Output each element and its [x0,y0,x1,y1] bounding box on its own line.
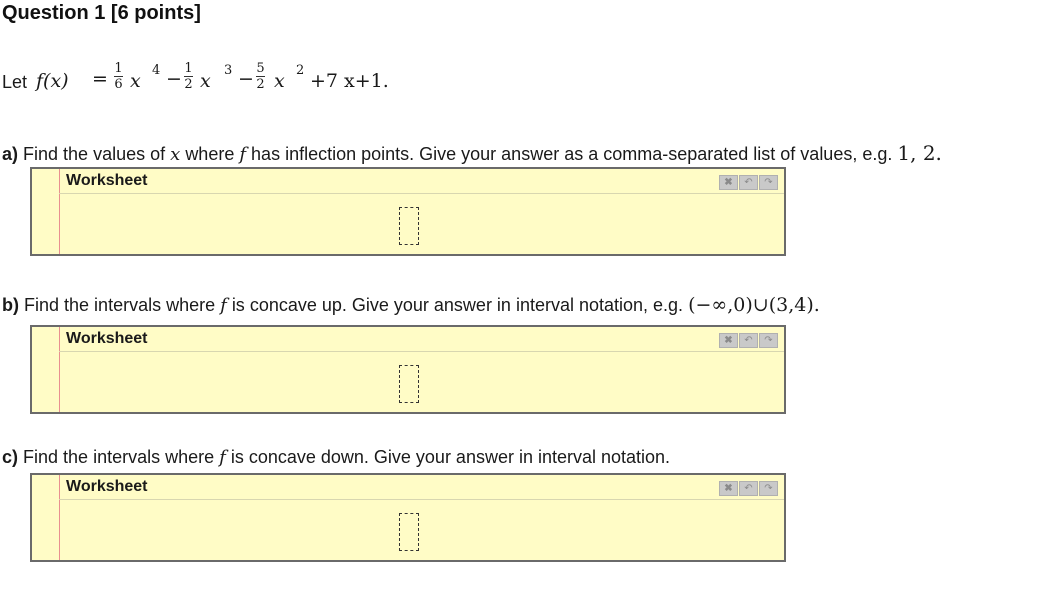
part-b-prompt: b) Find the intervals where f is concave… [2,294,820,316]
clear-icon[interactable]: ✖ [719,481,738,496]
math-function: f [239,144,247,165]
prompt-text: where [185,144,235,164]
equals-sign: = [92,68,108,90]
prompt-text: is concave down. Give your answer in int… [230,447,671,467]
math-function: f [220,295,227,316]
fraction-denominator: 2 [256,77,265,92]
fraction-one-half: 1 2 [184,62,193,91]
math-function: f [219,447,226,468]
worksheet-label: Worksheet [66,478,148,495]
exponent-2: 2 [296,63,305,78]
answer-input[interactable] [399,365,419,403]
prompt-text: is concave up. Give your answer in inter… [231,295,684,315]
example-value: (−∞,0)∪(3,4). [688,294,820,316]
part-c-prompt: c) Find the intervals where f is concave… [2,447,670,468]
answer-input[interactable] [399,207,419,245]
function-tail: +7 x+1. [310,70,389,92]
redo-icon[interactable]: ↷ [759,175,778,190]
exponent-3: 3 [224,63,233,78]
redo-icon[interactable]: ↷ [759,333,778,348]
undo-icon[interactable]: ↶ [739,175,758,190]
x-term-2: x [274,70,285,92]
exponent-4: 4 [152,63,161,78]
part-label: c) [2,447,19,467]
let-label: Let [2,72,28,92]
minus-sign: − [238,68,254,90]
prompt-text: Find the values of [23,144,166,164]
answer-input[interactable] [399,513,419,551]
part-a-prompt: a) Find the values of x where f has infl… [2,141,942,165]
fraction-denominator: 6 [114,77,123,92]
math-variable: x [170,144,181,165]
worksheet-b: Worksheet ✖ ↶ ↷ [30,325,786,414]
worksheet-c: Worksheet ✖ ↶ ↷ [30,473,786,562]
minus-sign: − [166,68,182,90]
fraction-numerator: 5 [256,61,265,76]
worksheet-label: Worksheet [66,172,148,189]
fraction-numerator: 1 [114,61,123,76]
undo-icon[interactable]: ↶ [739,481,758,496]
prompt-text: has inflection points. Give your answer … [251,144,893,164]
example-value: 1, 2. [897,141,942,165]
x-term-3: x [200,70,211,92]
clear-icon[interactable]: ✖ [719,333,738,348]
clear-icon[interactable]: ✖ [719,175,738,190]
prompt-text: Find the intervals where [23,447,215,467]
prompt-text: Find the intervals where [24,295,216,315]
function-definition: Let f(x) = 1 6 x 4 − 1 2 x 3 − 5 2 x 2 +… [2,60,422,100]
fraction-one-sixth: 1 6 [114,62,123,91]
undo-icon[interactable]: ↶ [739,333,758,348]
x-term-4: x [130,70,141,92]
redo-icon[interactable]: ↷ [759,481,778,496]
fraction-denominator: 2 [184,77,193,92]
fraction-five-halves: 5 2 [256,62,265,91]
part-label: a) [2,144,19,164]
function-lhs: f(x) [36,70,69,92]
worksheet-a: Worksheet ✖ ↶ ↷ [30,167,786,256]
question-title: Question 1 [6 points] [2,2,201,24]
worksheet-label: Worksheet [66,330,148,347]
part-label: b) [2,295,19,315]
fraction-numerator: 1 [184,61,193,76]
